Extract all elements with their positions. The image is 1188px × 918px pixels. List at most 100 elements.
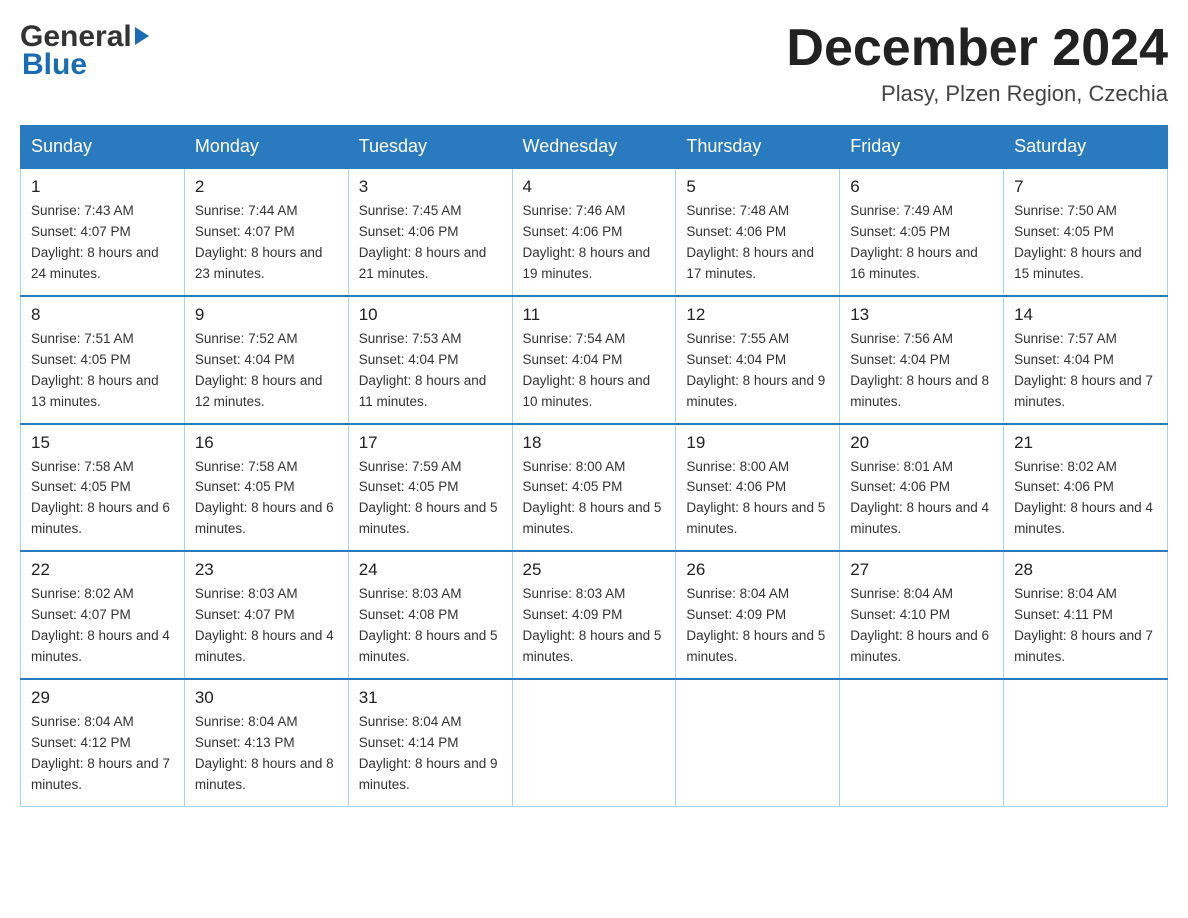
table-row: 21 Sunrise: 8:02 AMSunset: 4:06 PMDaylig… (1004, 424, 1168, 552)
table-row: 3 Sunrise: 7:45 AMSunset: 4:06 PMDayligh… (348, 168, 512, 296)
calendar-week-row: 1 Sunrise: 7:43 AMSunset: 4:07 PMDayligh… (21, 168, 1168, 296)
table-row: 8 Sunrise: 7:51 AMSunset: 4:05 PMDayligh… (21, 296, 185, 424)
table-row (1004, 679, 1168, 806)
day-number: 5 (686, 177, 829, 197)
day-info: Sunrise: 7:56 AMSunset: 4:04 PMDaylight:… (850, 329, 993, 413)
table-row: 25 Sunrise: 8:03 AMSunset: 4:09 PMDaylig… (512, 551, 676, 679)
day-number: 29 (31, 688, 174, 708)
day-info: Sunrise: 7:55 AMSunset: 4:04 PMDaylight:… (686, 329, 829, 413)
day-info: Sunrise: 8:03 AMSunset: 4:07 PMDaylight:… (195, 584, 338, 668)
table-row: 17 Sunrise: 7:59 AMSunset: 4:05 PMDaylig… (348, 424, 512, 552)
calendar-table: Sunday Monday Tuesday Wednesday Thursday… (20, 125, 1168, 806)
table-row (676, 679, 840, 806)
day-number: 22 (31, 560, 174, 580)
col-friday: Friday (840, 126, 1004, 169)
table-row: 30 Sunrise: 8:04 AMSunset: 4:13 PMDaylig… (184, 679, 348, 806)
day-number: 13 (850, 305, 993, 325)
day-info: Sunrise: 8:04 AMSunset: 4:10 PMDaylight:… (850, 584, 993, 668)
calendar-week-row: 8 Sunrise: 7:51 AMSunset: 4:05 PMDayligh… (21, 296, 1168, 424)
table-row: 31 Sunrise: 8:04 AMSunset: 4:14 PMDaylig… (348, 679, 512, 806)
day-number: 27 (850, 560, 993, 580)
logo: General Blue (20, 20, 149, 82)
col-thursday: Thursday (676, 126, 840, 169)
calendar-header-row: Sunday Monday Tuesday Wednesday Thursday… (21, 126, 1168, 169)
day-number: 28 (1014, 560, 1157, 580)
day-number: 11 (523, 305, 666, 325)
table-row: 24 Sunrise: 8:03 AMSunset: 4:08 PMDaylig… (348, 551, 512, 679)
day-info: Sunrise: 7:57 AMSunset: 4:04 PMDaylight:… (1014, 329, 1157, 413)
day-info: Sunrise: 8:03 AMSunset: 4:09 PMDaylight:… (523, 584, 666, 668)
day-info: Sunrise: 7:50 AMSunset: 4:05 PMDaylight:… (1014, 201, 1157, 285)
day-info: Sunrise: 8:01 AMSunset: 4:06 PMDaylight:… (850, 457, 993, 541)
table-row: 22 Sunrise: 8:02 AMSunset: 4:07 PMDaylig… (21, 551, 185, 679)
table-row: 5 Sunrise: 7:48 AMSunset: 4:06 PMDayligh… (676, 168, 840, 296)
title-block: December 2024 Plasy, Plzen Region, Czech… (786, 20, 1168, 107)
table-row: 2 Sunrise: 7:44 AMSunset: 4:07 PMDayligh… (184, 168, 348, 296)
day-number: 20 (850, 433, 993, 453)
table-row: 16 Sunrise: 7:58 AMSunset: 4:05 PMDaylig… (184, 424, 348, 552)
day-info: Sunrise: 7:58 AMSunset: 4:05 PMDaylight:… (31, 457, 174, 541)
logo-blue: Blue (22, 48, 87, 82)
day-info: Sunrise: 8:04 AMSunset: 4:13 PMDaylight:… (195, 712, 338, 796)
day-number: 10 (359, 305, 502, 325)
page-header: General Blue December 2024 Plasy, Plzen … (20, 20, 1168, 107)
day-info: Sunrise: 8:02 AMSunset: 4:06 PMDaylight:… (1014, 457, 1157, 541)
table-row: 11 Sunrise: 7:54 AMSunset: 4:04 PMDaylig… (512, 296, 676, 424)
day-number: 26 (686, 560, 829, 580)
col-tuesday: Tuesday (348, 126, 512, 169)
table-row: 15 Sunrise: 7:58 AMSunset: 4:05 PMDaylig… (21, 424, 185, 552)
day-info: Sunrise: 8:04 AMSunset: 4:14 PMDaylight:… (359, 712, 502, 796)
day-info: Sunrise: 7:51 AMSunset: 4:05 PMDaylight:… (31, 329, 174, 413)
day-info: Sunrise: 7:54 AMSunset: 4:04 PMDaylight:… (523, 329, 666, 413)
day-number: 2 (195, 177, 338, 197)
table-row: 14 Sunrise: 7:57 AMSunset: 4:04 PMDaylig… (1004, 296, 1168, 424)
day-info: Sunrise: 8:00 AMSunset: 4:06 PMDaylight:… (686, 457, 829, 541)
table-row: 4 Sunrise: 7:46 AMSunset: 4:06 PMDayligh… (512, 168, 676, 296)
day-info: Sunrise: 7:53 AMSunset: 4:04 PMDaylight:… (359, 329, 502, 413)
calendar-subtitle: Plasy, Plzen Region, Czechia (786, 81, 1168, 107)
table-row: 26 Sunrise: 8:04 AMSunset: 4:09 PMDaylig… (676, 551, 840, 679)
col-saturday: Saturday (1004, 126, 1168, 169)
day-info: Sunrise: 8:04 AMSunset: 4:09 PMDaylight:… (686, 584, 829, 668)
day-number: 24 (359, 560, 502, 580)
day-info: Sunrise: 7:48 AMSunset: 4:06 PMDaylight:… (686, 201, 829, 285)
day-number: 19 (686, 433, 829, 453)
day-number: 16 (195, 433, 338, 453)
day-info: Sunrise: 7:44 AMSunset: 4:07 PMDaylight:… (195, 201, 338, 285)
table-row (840, 679, 1004, 806)
table-row: 10 Sunrise: 7:53 AMSunset: 4:04 PMDaylig… (348, 296, 512, 424)
calendar-title: December 2024 (786, 20, 1168, 77)
day-number: 14 (1014, 305, 1157, 325)
day-number: 7 (1014, 177, 1157, 197)
day-info: Sunrise: 7:52 AMSunset: 4:04 PMDaylight:… (195, 329, 338, 413)
day-number: 18 (523, 433, 666, 453)
day-info: Sunrise: 8:02 AMSunset: 4:07 PMDaylight:… (31, 584, 174, 668)
day-info: Sunrise: 7:58 AMSunset: 4:05 PMDaylight:… (195, 457, 338, 541)
col-monday: Monday (184, 126, 348, 169)
day-info: Sunrise: 8:00 AMSunset: 4:05 PMDaylight:… (523, 457, 666, 541)
day-info: Sunrise: 8:03 AMSunset: 4:08 PMDaylight:… (359, 584, 502, 668)
day-info: Sunrise: 7:46 AMSunset: 4:06 PMDaylight:… (523, 201, 666, 285)
table-row: 6 Sunrise: 7:49 AMSunset: 4:05 PMDayligh… (840, 168, 1004, 296)
day-number: 6 (850, 177, 993, 197)
day-number: 17 (359, 433, 502, 453)
day-number: 1 (31, 177, 174, 197)
table-row: 23 Sunrise: 8:03 AMSunset: 4:07 PMDaylig… (184, 551, 348, 679)
day-number: 25 (523, 560, 666, 580)
day-number: 15 (31, 433, 174, 453)
day-number: 31 (359, 688, 502, 708)
table-row: 27 Sunrise: 8:04 AMSunset: 4:10 PMDaylig… (840, 551, 1004, 679)
table-row: 20 Sunrise: 8:01 AMSunset: 4:06 PMDaylig… (840, 424, 1004, 552)
col-wednesday: Wednesday (512, 126, 676, 169)
table-row: 7 Sunrise: 7:50 AMSunset: 4:05 PMDayligh… (1004, 168, 1168, 296)
day-number: 4 (523, 177, 666, 197)
day-number: 8 (31, 305, 174, 325)
day-number: 12 (686, 305, 829, 325)
day-info: Sunrise: 7:43 AMSunset: 4:07 PMDaylight:… (31, 201, 174, 285)
calendar-week-row: 22 Sunrise: 8:02 AMSunset: 4:07 PMDaylig… (21, 551, 1168, 679)
table-row: 9 Sunrise: 7:52 AMSunset: 4:04 PMDayligh… (184, 296, 348, 424)
day-info: Sunrise: 8:04 AMSunset: 4:12 PMDaylight:… (31, 712, 174, 796)
calendar-week-row: 15 Sunrise: 7:58 AMSunset: 4:05 PMDaylig… (21, 424, 1168, 552)
logo-arrow-icon (135, 27, 149, 45)
day-number: 21 (1014, 433, 1157, 453)
